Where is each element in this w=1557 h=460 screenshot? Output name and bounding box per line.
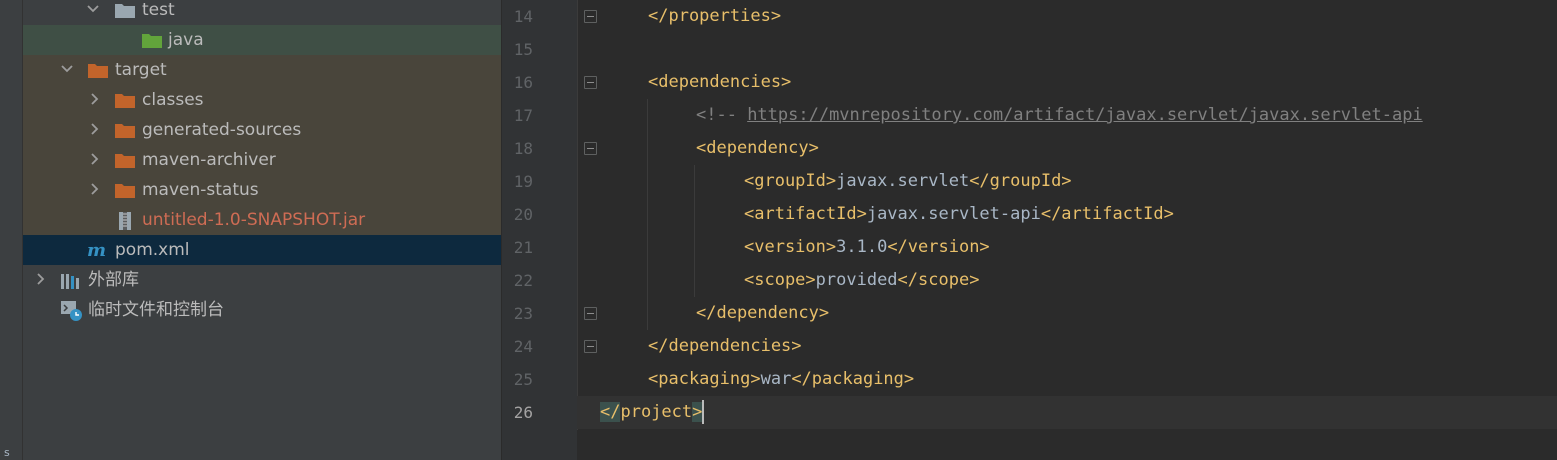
xml-tag-bracket-highlight: </ xyxy=(600,402,621,422)
line-number: 14 xyxy=(513,7,533,26)
tree-item-label: classes xyxy=(142,90,204,110)
tree-item-label: 临时文件和控制台 xyxy=(88,300,224,320)
code-line: <!-- https://mvnrepository.com/artifact/… xyxy=(577,99,1557,132)
folder-icon xyxy=(115,94,135,108)
line-number: 22 xyxy=(513,271,533,290)
scratches-icon xyxy=(61,301,82,321)
chevron-right-icon[interactable] xyxy=(87,152,101,166)
chevron-right-icon[interactable] xyxy=(33,272,47,286)
line-number: 19 xyxy=(513,172,533,191)
tree-item-label: maven-status xyxy=(142,180,259,200)
xml-tag-open: <artifactId> xyxy=(744,204,867,224)
chevron-right-icon[interactable] xyxy=(87,92,101,106)
line-number-current: 26 xyxy=(513,403,533,422)
code-line: <artifactId>javax.servlet-api</artifactI… xyxy=(577,198,1557,231)
line-number-gutter: 14 15 16 17 18 19 20 21 22 23 24 25 26 xyxy=(502,0,577,460)
tree-item-label: java xyxy=(168,30,204,50)
svg-text:m: m xyxy=(87,241,106,259)
folder-icon xyxy=(115,124,135,138)
tool-window-strip-label: s xyxy=(4,446,10,459)
line-number: 21 xyxy=(513,238,533,257)
xml-tag-open: <scope> xyxy=(744,270,816,290)
xml-tag-close: </version> xyxy=(887,237,990,257)
line-number: 25 xyxy=(513,370,533,389)
text-caret xyxy=(702,400,705,424)
code-editor[interactable]: </properties> <dependencies> <!-- https:… xyxy=(577,0,1557,460)
chevron-right-icon[interactable] xyxy=(87,122,101,136)
maven-icon: m xyxy=(87,241,106,259)
tree-item-target[interactable]: target xyxy=(23,55,501,85)
xml-tag: </dependencies> xyxy=(648,336,802,356)
tree-item-scratches-consoles[interactable]: 临时文件和控制台 xyxy=(23,295,501,325)
chevron-down-icon[interactable] xyxy=(60,62,74,76)
tree-item-java[interactable]: java xyxy=(23,25,501,55)
xml-tag-close: </artifactId> xyxy=(1040,204,1174,224)
tree-item-jar[interactable]: untitled-1.0-SNAPSHOT.jar xyxy=(23,205,501,235)
line-number: 16 xyxy=(513,73,533,92)
xml-tag-close: </scope> xyxy=(897,270,980,290)
xml-tag: <dependency> xyxy=(696,138,819,158)
chevron-down-icon[interactable] xyxy=(86,2,100,16)
xml-tag-open: <groupId> xyxy=(744,171,837,191)
folder-icon xyxy=(88,64,108,78)
tree-item-generated-sources[interactable]: generated-sources xyxy=(23,115,501,145)
tree-item-external-libraries[interactable]: 外部库 xyxy=(23,265,501,295)
chevron-right-icon[interactable] xyxy=(87,182,101,196)
xml-value: war xyxy=(760,369,792,389)
tree-item-pom-xml[interactable]: m pom.xml xyxy=(23,235,501,265)
xml-tag: <dependencies> xyxy=(648,72,792,92)
code-line: <version>3.1.0</version> xyxy=(577,231,1557,264)
xml-tag: </properties> xyxy=(648,6,782,26)
tree-item-label: generated-sources xyxy=(142,120,302,140)
line-number: 23 xyxy=(513,304,533,323)
xml-value: javax.servlet-api xyxy=(866,204,1041,224)
tree-item-label: 外部库 xyxy=(88,270,139,290)
xml-tag-bracket-highlight: > xyxy=(692,402,703,422)
project-tree: test java target classes generated-sourc… xyxy=(23,0,501,460)
tool-window-strip: s xyxy=(0,0,23,460)
xml-comment: <!-- xyxy=(696,105,748,125)
jar-file-icon xyxy=(119,212,131,230)
line-number: 18 xyxy=(513,139,533,158)
tree-item-test[interactable]: test xyxy=(23,0,501,25)
xml-tag-open: <packaging> xyxy=(648,369,761,389)
xml-tag-name: project xyxy=(620,402,693,422)
tree-item-label: maven-archiver xyxy=(142,150,276,170)
tree-item-label: pom.xml xyxy=(115,240,190,260)
tree-item-label: target xyxy=(115,60,167,80)
code-line: <groupId>javax.servlet</groupId> xyxy=(577,165,1557,198)
folder-icon xyxy=(115,184,135,198)
code-line: </dependencies> xyxy=(577,330,1557,363)
line-number: 20 xyxy=(513,205,533,224)
code-line: <dependencies> xyxy=(577,66,1557,99)
line-number: 24 xyxy=(513,337,533,356)
code-line: <packaging>war</packaging> xyxy=(577,363,1557,396)
tree-item-classes[interactable]: classes xyxy=(23,85,501,115)
xml-value: javax.servlet xyxy=(836,171,970,191)
folder-icon xyxy=(115,154,135,168)
xml-value: provided xyxy=(815,270,898,290)
code-line-current: </project> xyxy=(577,396,1557,429)
tree-item-maven-status[interactable]: maven-status xyxy=(23,175,501,205)
code-line: <dependency> xyxy=(577,132,1557,165)
xml-tag: </dependency> xyxy=(696,303,830,323)
tree-item-maven-archiver[interactable]: maven-archiver xyxy=(23,145,501,175)
library-icon xyxy=(61,274,79,289)
line-number: 15 xyxy=(513,40,533,59)
tree-item-label: test xyxy=(142,0,175,20)
xml-value: 3.1.0 xyxy=(836,237,888,257)
code-line: </dependency> xyxy=(577,297,1557,330)
xml-tag-close: </groupId> xyxy=(969,171,1072,191)
code-line: </properties> xyxy=(577,0,1557,33)
comment-url-link[interactable]: https://mvnrepository.com/artifact/javax… xyxy=(747,105,1423,125)
code-line: <scope>provided</scope> xyxy=(577,264,1557,297)
tree-item-label: untitled-1.0-SNAPSHOT.jar xyxy=(142,210,366,230)
folder-icon xyxy=(115,4,135,18)
line-number: 17 xyxy=(513,106,533,125)
xml-tag-open: <version> xyxy=(744,237,837,257)
xml-tag-close: </packaging> xyxy=(791,369,915,389)
source-folder-icon xyxy=(142,34,162,48)
